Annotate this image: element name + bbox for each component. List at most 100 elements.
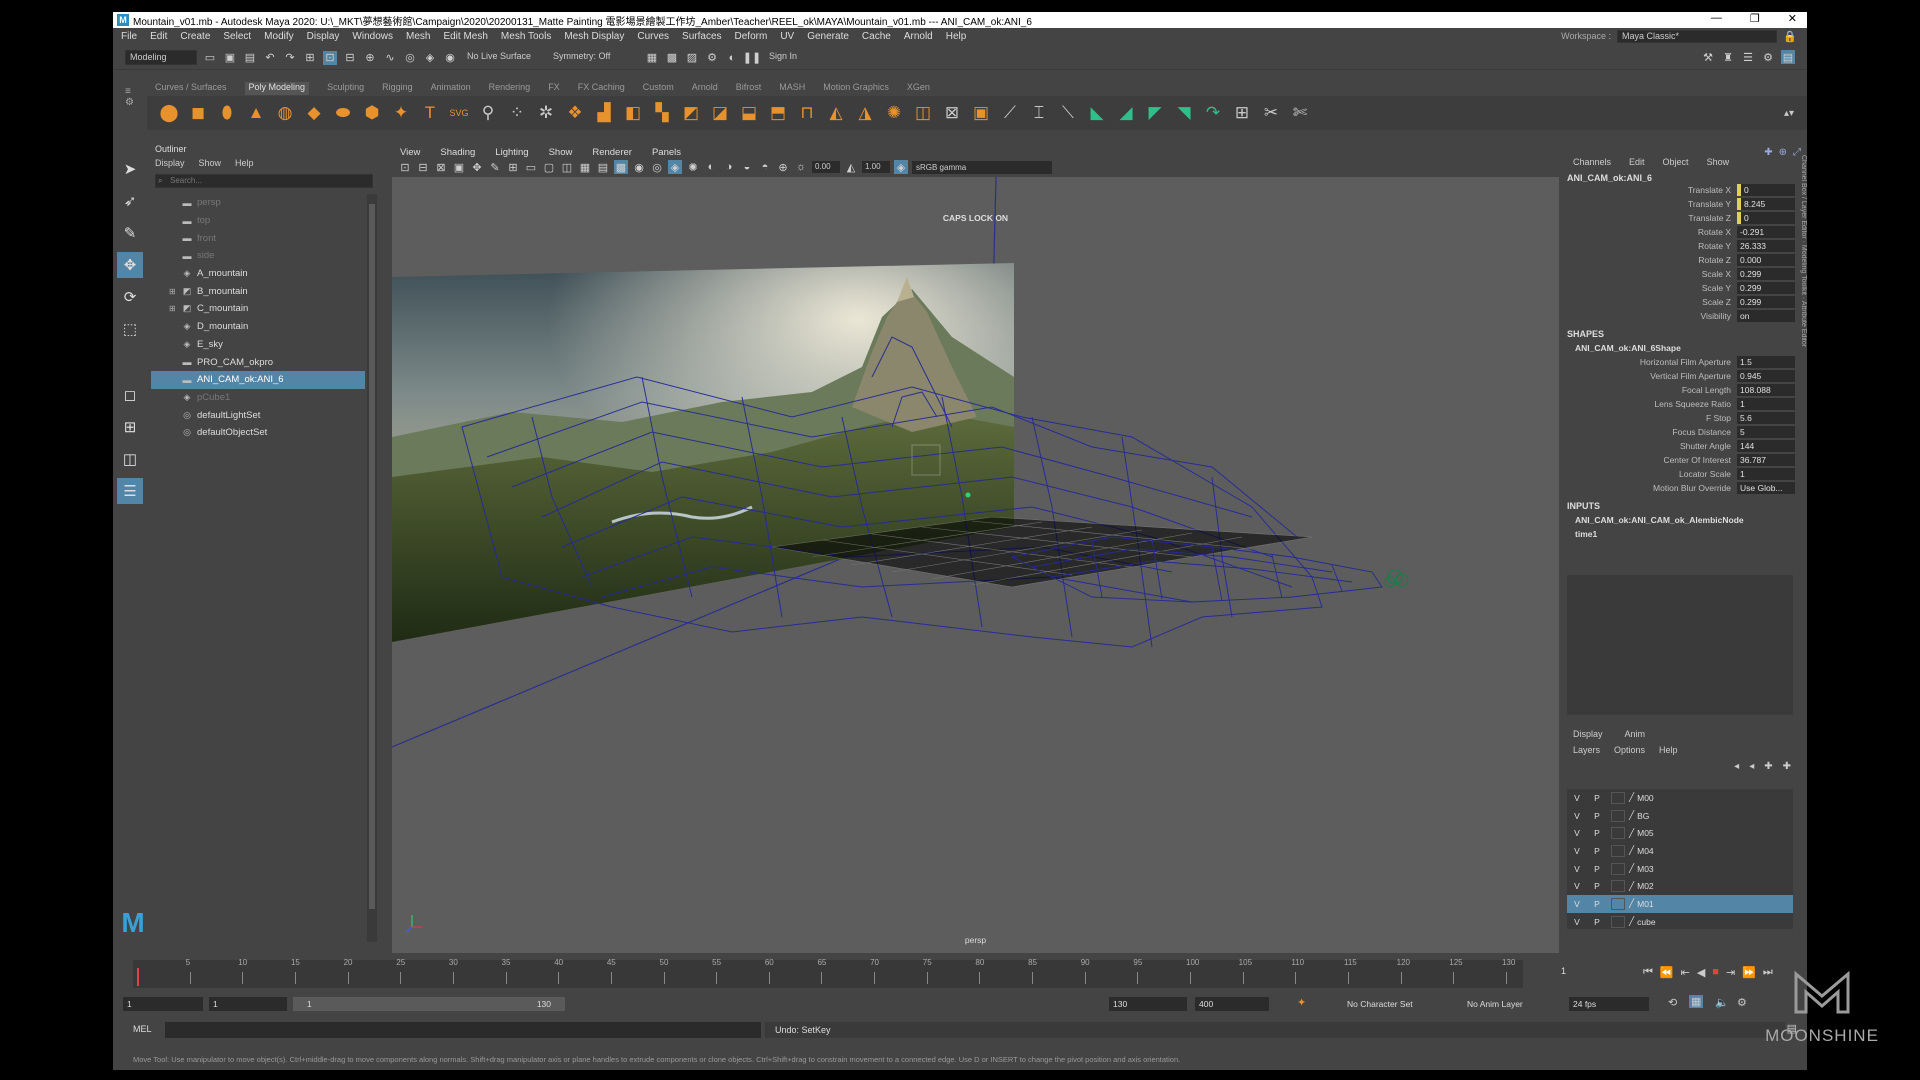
channel-attribute[interactable]: Scale Z 0.299 <box>1563 295 1807 309</box>
channel-attribute[interactable]: Scale Y 0.299 <box>1563 281 1807 295</box>
poly-torus-icon[interactable]: ◍ <box>273 101 297 125</box>
channel-attribute[interactable]: Translate Y 8.245 <box>1563 197 1807 211</box>
outliner-menu-show[interactable]: Show <box>199 158 222 172</box>
shape-attribute[interactable]: Locator Scale 1 <box>1563 467 1807 481</box>
layer-color-swatch[interactable] <box>1611 897 1625 910</box>
attribute-value[interactable]: 0 <box>1737 184 1795 196</box>
lights-icon[interactable]: ✺ <box>686 160 700 174</box>
layout-four-icon[interactable]: ⊞ <box>117 414 143 440</box>
move-layer-down-icon[interactable]: ◂ <box>1749 761 1754 777</box>
command-language-label[interactable]: MEL <box>133 1024 152 1034</box>
image-plane-icon[interactable]: ▣ <box>452 160 466 174</box>
attribute-value[interactable]: 1.5 <box>1737 356 1795 368</box>
channel-box-menu-channels[interactable]: Channels <box>1573 157 1611 171</box>
shape-attribute[interactable]: Motion Blur Override Use Glob... <box>1563 481 1807 495</box>
layer-editor-menu-help[interactable]: Help <box>1659 745 1678 759</box>
shelf-tab-rigging[interactable]: Rigging <box>382 82 413 95</box>
menu-generate[interactable]: Generate <box>807 31 849 42</box>
menu-mesh-tools[interactable]: Mesh Tools <box>501 31 551 42</box>
outliner-item[interactable]: ▬ ANI_CAM_ok:ANI_6 <box>151 370 365 389</box>
lock-icon[interactable]: 🔒 <box>1783 29 1797 43</box>
workspace-dropdown[interactable]: Maya Classic* <box>1617 29 1777 43</box>
shelf-tab-fx-caching[interactable]: FX Caching <box>578 82 625 95</box>
layer-editor-menu-options[interactable]: Options <box>1614 745 1645 759</box>
channel-box-menu-edit[interactable]: Edit <box>1629 157 1645 171</box>
menu-deform[interactable]: Deform <box>735 31 768 42</box>
attribute-value[interactable]: 5.6 <box>1737 412 1795 424</box>
layer-row[interactable]: V P ╱ M05 <box>1567 824 1793 842</box>
layer-playback-toggle[interactable]: P <box>1587 846 1607 856</box>
attribute-value[interactable]: 1 <box>1737 468 1795 480</box>
menu-mesh-display[interactable]: Mesh Display <box>564 31 624 42</box>
menu-help[interactable]: Help <box>946 31 967 42</box>
viewport-menu-shading[interactable]: Shading <box>440 147 475 158</box>
shelf-tab-motion-graphics[interactable]: Motion Graphics <box>823 82 889 95</box>
channel-attribute[interactable]: Translate Z 0 <box>1563 211 1807 225</box>
close-button[interactable]: ✕ <box>1788 12 1797 25</box>
shelf-tab-curves-surfaces[interactable]: Curves / Surfaces <box>155 82 227 95</box>
poly-sphere-icon[interactable]: ⬤ <box>157 101 181 125</box>
shape-attribute[interactable]: Shutter Angle 144 <box>1563 439 1807 453</box>
smooth-shade-icon[interactable]: ◉ <box>632 160 646 174</box>
attribute-value[interactable]: 5 <box>1737 426 1795 438</box>
new-layer-selected-icon[interactable]: ✚ <box>1783 761 1791 777</box>
shape-attribute[interactable]: Lens Squeeze Ratio 1 <box>1563 397 1807 411</box>
outliner-item[interactable]: ⊞ ◩ C_mountain <box>151 300 365 318</box>
component-icon[interactable]: ⁘ <box>505 101 529 125</box>
shadows-icon[interactable]: ◐ <box>704 160 718 174</box>
menu-edit[interactable]: Edit <box>150 31 167 42</box>
camera-attributes-icon[interactable]: ⊟ <box>416 160 430 174</box>
wireframe-icon[interactable]: ▩ <box>614 160 628 174</box>
outliner-item[interactable]: ◎ defaultLightSet <box>151 406 365 424</box>
channel-attribute[interactable]: Rotate Z 0.000 <box>1563 253 1807 267</box>
layer-visibility-toggle[interactable]: V <box>1567 917 1587 927</box>
bevel-edge-icon[interactable]: ◮ <box>853 101 877 125</box>
current-time-indicator[interactable] <box>137 968 139 986</box>
outliner-item[interactable]: ◈ pCube1 <box>151 389 365 407</box>
menu-display[interactable]: Display <box>307 31 340 42</box>
step-forward-frame-icon[interactable]: ⇥ <box>1726 966 1735 979</box>
layer-visibility-toggle[interactable]: V <box>1567 846 1587 856</box>
preferences-icon[interactable]: ⚙ <box>1737 996 1747 1009</box>
snap-view-icon[interactable]: ◈ <box>423 51 437 65</box>
layer-color-swatch[interactable] <box>1611 809 1625 822</box>
quad-draw-icon[interactable]: ▣ <box>969 101 993 125</box>
select-hierarchy-icon[interactable]: ⊞ <box>303 51 317 65</box>
layer-visibility-toggle[interactable]: V <box>1567 881 1587 891</box>
hypershade-icon[interactable]: ◐ <box>725 51 739 65</box>
select-object-icon[interactable]: ⊡ <box>323 50 337 65</box>
animation-end-field[interactable]: 400 <box>1195 997 1269 1011</box>
grid-icon[interactable]: ⊞ <box>506 160 520 174</box>
shelf-tab-bifrost[interactable]: Bifrost <box>736 82 762 95</box>
paint-select-icon[interactable]: ✎ <box>117 220 143 246</box>
attribute-value[interactable]: 0 <box>1737 212 1795 224</box>
shelf-tab-xgen[interactable]: XGen <box>907 82 930 95</box>
menu-windows[interactable]: Windows <box>352 31 393 42</box>
live-surface-field[interactable]: No Live Surface <box>463 50 543 65</box>
menu-surfaces[interactable]: Surfaces <box>682 31 721 42</box>
xray-icon[interactable]: ⊕ <box>776 160 790 174</box>
play-backwards-icon[interactable]: ◀ <box>1697 966 1705 979</box>
platonic-solid-icon[interactable]: ⬢ <box>360 101 384 125</box>
shape-attribute[interactable]: Focus Distance 5 <box>1563 425 1807 439</box>
attribute-value[interactable]: 0.299 <box>1737 296 1795 308</box>
pause-icon[interactable]: ❚❚ <box>743 51 761 65</box>
gamma-icon[interactable]: ◭ <box>844 160 858 174</box>
layer-visibility-toggle[interactable]: V <box>1567 811 1587 821</box>
move-layer-up-icon[interactable]: ◂ <box>1734 761 1739 777</box>
shape-attribute[interactable]: F Stop 5.6 <box>1563 411 1807 425</box>
insert-edge-loop-icon[interactable]: ⟋ <box>998 101 1022 125</box>
minimize-button[interactable]: — <box>1711 12 1722 25</box>
smooth-icon[interactable]: ◧ <box>621 101 645 125</box>
outliner-scrollbar[interactable] <box>367 194 377 942</box>
shelf-tab-mash[interactable]: MASH <box>779 82 805 95</box>
uv-layout-icon[interactable]: ◢ <box>1114 101 1138 125</box>
attribute-value[interactable]: on <box>1737 310 1795 322</box>
bevel-icon[interactable]: ◭ <box>824 101 848 125</box>
layer-visibility-toggle[interactable]: V <box>1567 864 1587 874</box>
snap-point-icon[interactable]: ◎ <box>403 51 417 65</box>
ambient-occlusion-icon[interactable]: ◑ <box>722 160 736 174</box>
attribute-value[interactable]: 36.787 <box>1737 454 1795 466</box>
menu-file[interactable]: File <box>121 31 137 42</box>
outliner-item[interactable]: ⊞ ◩ B_mountain <box>151 282 365 300</box>
